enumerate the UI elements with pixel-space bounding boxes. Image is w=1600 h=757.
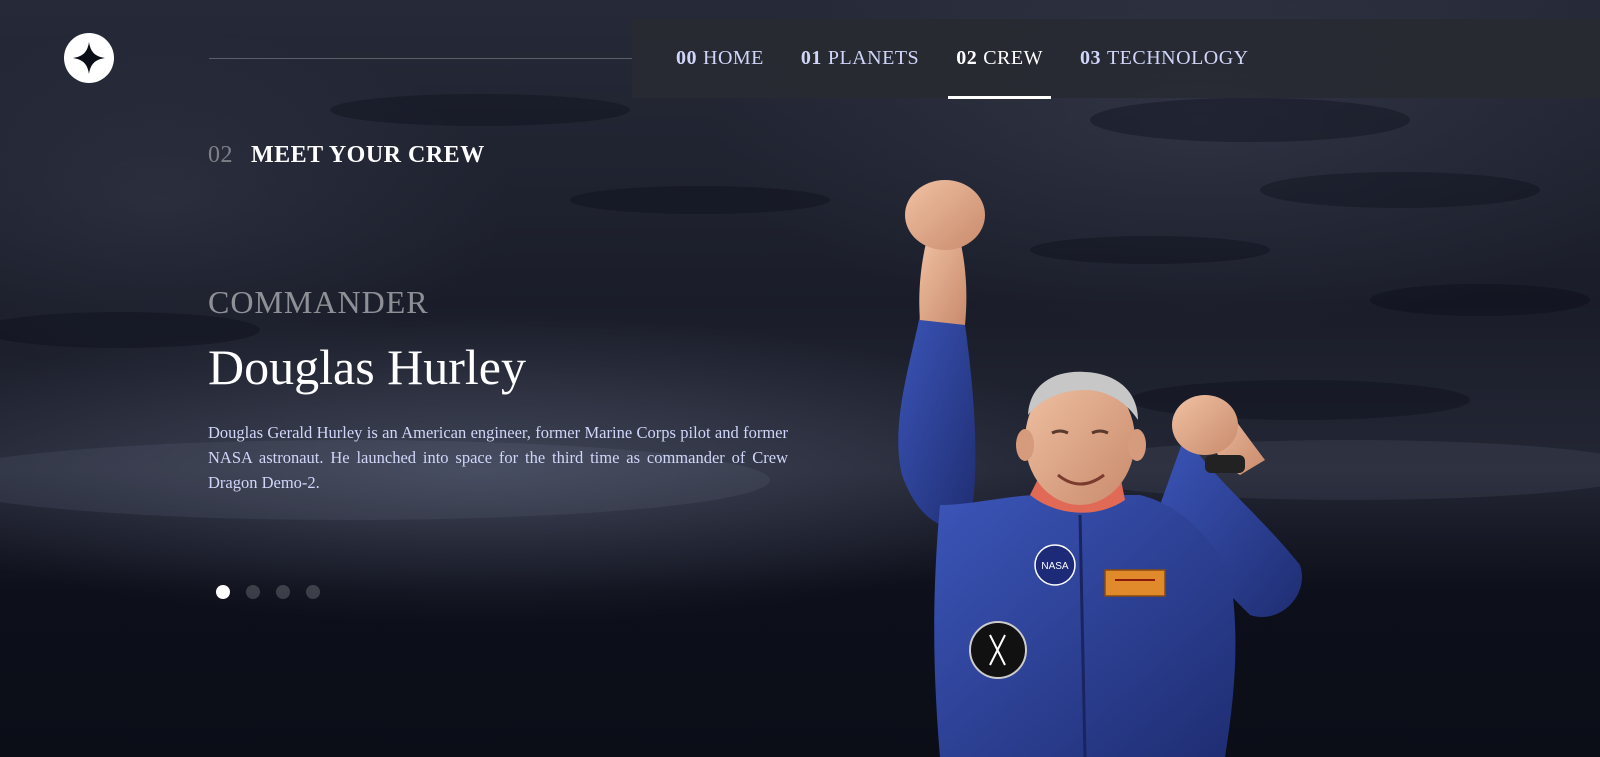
slider-dot-4[interactable] <box>306 585 320 599</box>
nav-item-number: 03 <box>1079 47 1101 69</box>
nav-item-number: 02 <box>956 47 978 69</box>
header-divider <box>209 58 634 59</box>
nav-item-technology[interactable]: 03 TECHNOLOGY <box>1080 19 1249 98</box>
page-title-text: MEET YOUR CREW <box>251 142 485 168</box>
nav-item-label: CREW <box>983 47 1043 69</box>
page-title: 02 MEET YOUR CREW <box>208 142 485 169</box>
nav-item-crew[interactable]: 02 CREW <box>948 19 1051 99</box>
page-title-number: 02 <box>208 142 233 168</box>
nav-item-label: PLANETS <box>827 47 920 69</box>
nasa-patch-label: NASA <box>1041 561 1069 572</box>
nav-item-number: 00 <box>676 47 697 69</box>
slider-dot-2[interactable] <box>246 585 260 599</box>
nav-item-number: 01 <box>800 47 822 69</box>
crew-role: COMMANDER <box>208 284 429 320</box>
crew-name: Douglas Hurley <box>208 339 526 395</box>
main-nav: 00 HOME 01 PLANETS 02 CREW 03 TECHNOLOGY <box>632 19 1600 99</box>
slider-dot-3[interactable] <box>276 585 290 599</box>
crew-page: 00 HOME 01 PLANETS 02 CREW 03 TECHNOLOGY… <box>0 0 1600 757</box>
nav-item-label: HOME <box>703 47 764 69</box>
nav-item-label: TECHNOLOGY <box>1106 47 1249 69</box>
crew-member-image: NASA <box>898 180 1302 757</box>
crew-slider-dots <box>216 585 336 599</box>
slider-dot-1[interactable] <box>216 585 230 599</box>
star-logo-icon[interactable] <box>64 33 114 83</box>
nav-item-planets[interactable]: 01 PLANETS <box>801 19 919 98</box>
nav-item-home[interactable]: 00 HOME <box>676 19 764 98</box>
crew-bio: Douglas Gerald Hurley is an American eng… <box>208 423 788 492</box>
